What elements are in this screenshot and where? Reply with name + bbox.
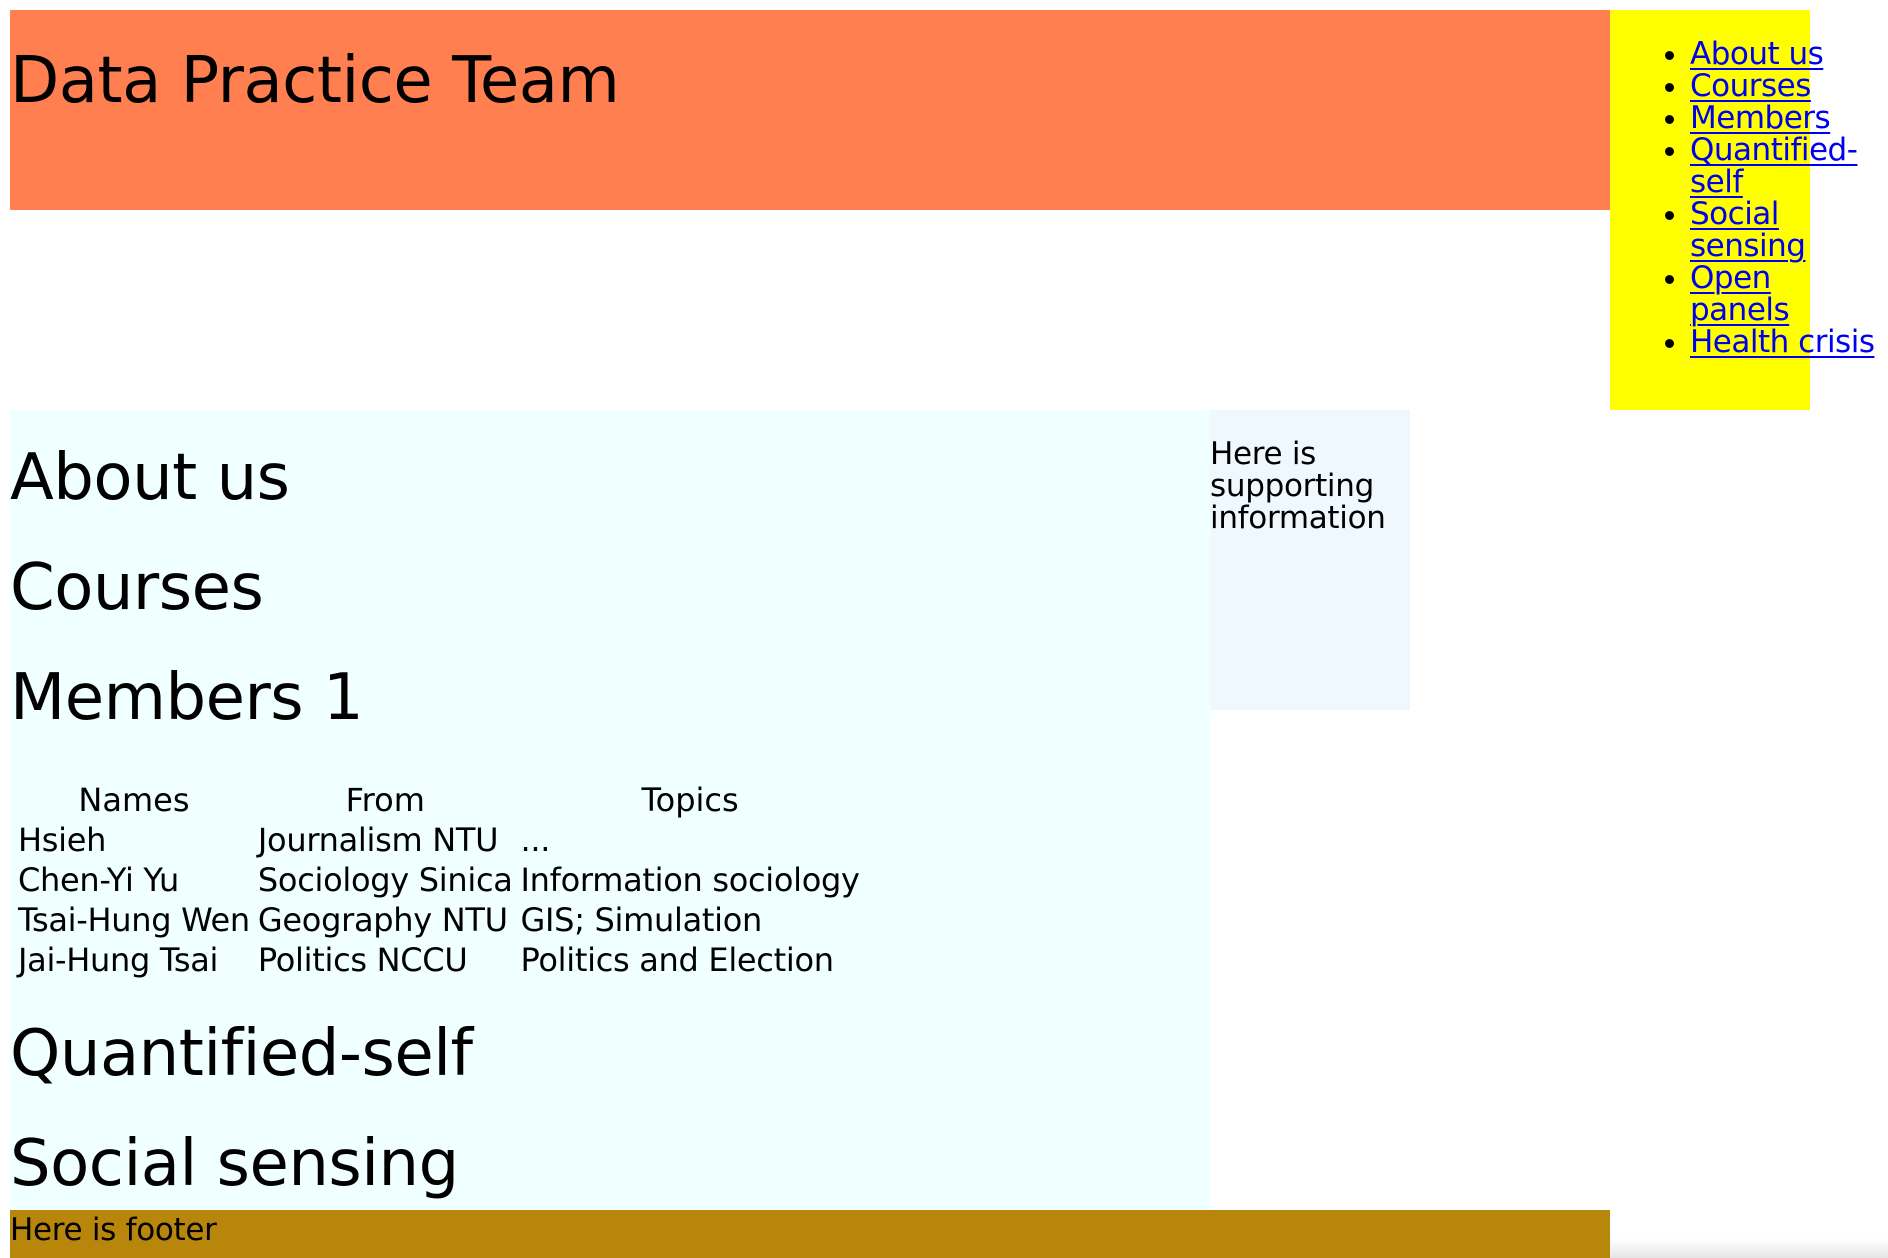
column-header-names: Names <box>78 781 190 819</box>
table-row: Jai-Hung Tsai Politics NCCU Politics and… <box>16 940 862 980</box>
social-sensing-heading: Social sensing <box>10 1127 459 1201</box>
nav-link-courses[interactable]: Courses <box>1690 68 1811 104</box>
table-row: Chen-Yi Yu Sociology Sinica Information … <box>16 860 862 900</box>
nav-list: About us Courses Members Quantified-self… <box>1610 38 1888 358</box>
nav-item-health-crisis: Health crisis <box>1690 326 1875 358</box>
courses-heading: Courses <box>10 551 264 625</box>
cell-topics: Information sociology <box>520 861 860 899</box>
quantified-self-heading: Quantified-self <box>10 1017 473 1091</box>
cell-from: Geography NTU <box>257 901 508 939</box>
cell-topics: GIS; Simulation <box>520 901 763 939</box>
nav-item-quantified-self: Quantified-self <box>1690 134 1875 198</box>
cell-from: Journalism NTU <box>257 821 499 859</box>
nav-item-about-us: About us <box>1690 38 1875 70</box>
site-footer: Here is footer <box>10 1210 1610 1258</box>
main-content: About us Courses Members 1 Names From To… <box>10 410 1210 1210</box>
nav-link-about-us[interactable]: About us <box>1690 36 1824 72</box>
cell-name: Tsai-Hung Wen <box>18 901 250 939</box>
cell-name: Hsieh <box>18 821 107 859</box>
cell-from: Sociology Sinica <box>257 861 513 899</box>
supporting-info-text: Here is supporting information <box>1210 436 1386 536</box>
members-table: Names From Topics Hsieh Journalism NTU .… <box>12 780 866 980</box>
cell-from: Politics NCCU <box>257 941 468 979</box>
table-header-row: Names From Topics <box>16 780 862 820</box>
nav-link-social-sensing[interactable]: Social sensing <box>1690 196 1806 264</box>
supporting-info-aside: Here is supporting information <box>1210 410 1410 710</box>
cell-name: Chen-Yi Yu <box>18 861 179 899</box>
page: Data Practice Team About us Courses Memb… <box>0 0 1888 1258</box>
nav-link-quantified-self[interactable]: Quantified-self <box>1690 132 1858 200</box>
nav-item-courses: Courses <box>1690 70 1875 102</box>
window-edge-shade <box>1610 1238 1888 1258</box>
cell-topics: ... <box>520 821 551 859</box>
nav-link-health-crisis[interactable]: Health crisis <box>1690 324 1875 360</box>
about-us-heading: About us <box>10 441 290 515</box>
nav-link-members[interactable]: Members <box>1690 100 1831 136</box>
table-row: Hsieh Journalism NTU ... <box>16 820 862 860</box>
members-heading: Members 1 <box>10 661 364 735</box>
nav-item-members: Members <box>1690 102 1875 134</box>
site-nav: About us Courses Members Quantified-self… <box>1610 10 1875 410</box>
site-title: Data Practice Team <box>10 44 620 118</box>
cell-topics: Politics and Election <box>520 941 834 979</box>
site-header: Data Practice Team <box>10 10 1610 210</box>
footer-text: Here is footer <box>10 1212 217 1248</box>
column-header-from: From <box>345 781 425 819</box>
column-header-topics: Topics <box>641 781 739 819</box>
table-row: Tsai-Hung Wen Geography NTU GIS; Simulat… <box>16 900 862 940</box>
cell-name: Jai-Hung Tsai <box>18 941 219 979</box>
nav-link-open-panels[interactable]: Open panels <box>1690 260 1790 328</box>
nav-item-open-panels: Open panels <box>1690 262 1875 326</box>
nav-item-social-sensing: Social sensing <box>1690 198 1875 262</box>
